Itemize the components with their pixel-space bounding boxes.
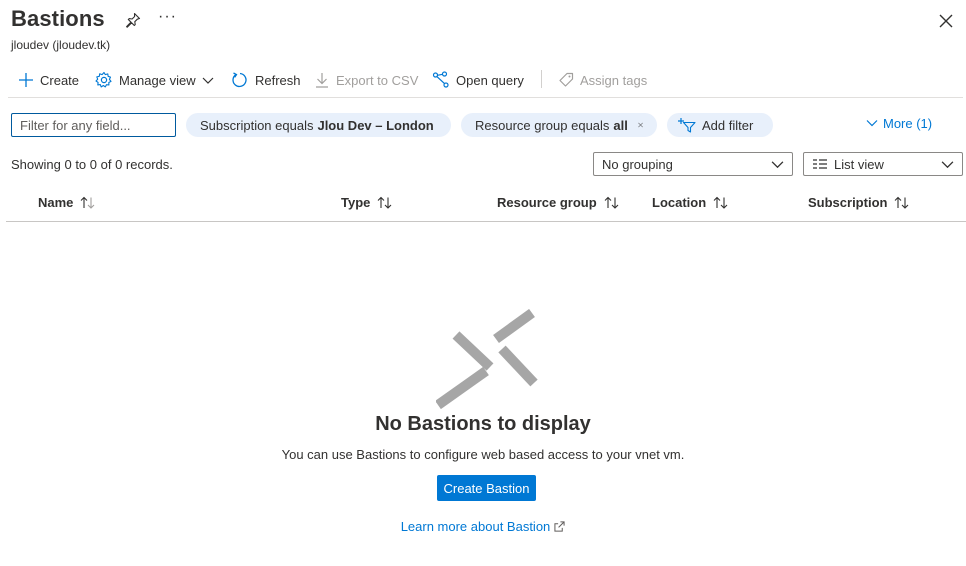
column-header-label: Type (341, 195, 371, 210)
grouping-value: No grouping (602, 156, 673, 172)
more-filters-toggle[interactable]: More (1) (866, 114, 932, 132)
column-header-label: Subscription (808, 195, 888, 210)
query-graph-icon (432, 71, 449, 88)
view-value: List view (834, 156, 884, 172)
empty-state-description: You can use Bastions to configure web ba… (281, 447, 685, 462)
directory-subtitle: jloudev (jloudev.tk) (11, 38, 111, 52)
column-header-label: Resource group (497, 195, 597, 210)
manage-view-label: Manage view (119, 72, 196, 88)
refresh-label: Refresh (255, 72, 301, 88)
chevron-down-icon (941, 160, 954, 168)
chevron-down-icon (866, 120, 878, 127)
sort-ascending-icon (81, 196, 95, 209)
download-icon (316, 73, 328, 88)
create-label: Create (40, 72, 80, 88)
assign-tags-button[interactable]: Assign tags (558, 68, 647, 92)
add-filter-label: Add filter (702, 117, 754, 133)
column-header-subscription[interactable]: Subscription (808, 195, 910, 210)
resource-group-filter-value: all (613, 117, 628, 133)
more-options-icon[interactable]: ··· (158, 8, 177, 26)
add-filter-icon (678, 118, 696, 133)
add-filter-button[interactable]: Add filter (667, 113, 773, 137)
subscription-filter-prefix: Subscription equals (200, 117, 314, 133)
subscription-filter-value: Jlou Dev – London (317, 117, 434, 133)
export-csv-button[interactable]: Export to CSV (314, 68, 418, 92)
column-header-name[interactable]: Name (38, 195, 96, 210)
page-title: Bastions (11, 6, 105, 31)
resource-group-filter-pill[interactable]: Resource group equals all (461, 113, 657, 137)
open-query-label: Open query (456, 72, 524, 88)
sort-icon (604, 196, 619, 209)
grouping-select[interactable]: No grouping (593, 152, 793, 176)
chevron-down-icon (771, 160, 784, 168)
remove-filter-icon[interactable] (638, 119, 643, 131)
column-header-label: Location (652, 195, 707, 210)
create-bastion-button[interactable]: Create Bastion (437, 475, 536, 501)
records-summary: Showing 0 to 0 of 0 records. (11, 157, 173, 172)
refresh-icon (232, 72, 247, 88)
export-csv-label: Export to CSV (336, 72, 419, 88)
view-select[interactable]: List view (803, 152, 963, 176)
plus-icon (19, 73, 33, 87)
sort-icon (713, 196, 728, 209)
column-header-label: Name (38, 195, 74, 210)
assign-tags-label: Assign tags (580, 72, 648, 88)
resource-group-filter-prefix: Resource group equals (475, 117, 610, 133)
close-icon[interactable] (938, 13, 954, 29)
open-query-button[interactable]: Open query (432, 68, 524, 92)
table-header-divider (6, 221, 966, 222)
external-link-icon (554, 521, 565, 532)
sort-icon (378, 196, 392, 209)
toolbar-divider (541, 70, 542, 88)
column-header-type[interactable]: Type (341, 195, 393, 210)
filter-input[interactable] (11, 113, 176, 137)
tag-icon (559, 72, 574, 87)
learn-more-label: Learn more about Bastion (400, 519, 551, 534)
bastion-icon (436, 309, 538, 410)
subscription-filter-pill[interactable]: Subscription equals Jlou Dev – London (186, 113, 451, 137)
column-header-resource-group[interactable]: Resource group (497, 195, 620, 210)
refresh-button[interactable]: Refresh (231, 68, 301, 92)
manage-view-button[interactable]: Manage view (95, 68, 214, 92)
pin-icon[interactable] (125, 12, 141, 28)
column-header-location[interactable]: Location (652, 195, 729, 210)
learn-more-container: Learn more about Bastion (0, 519, 966, 534)
create-button[interactable]: Create (18, 68, 79, 92)
toolbar-divider-line (8, 97, 963, 98)
empty-state-title: No Bastions to display (375, 413, 591, 435)
gear-icon (95, 71, 112, 88)
chevron-down-icon (202, 77, 214, 84)
list-view-icon (813, 159, 827, 169)
sort-icon (895, 196, 909, 209)
learn-more-link[interactable]: Learn more about Bastion (401, 519, 566, 534)
more-filters-label: More (1) (883, 115, 933, 131)
